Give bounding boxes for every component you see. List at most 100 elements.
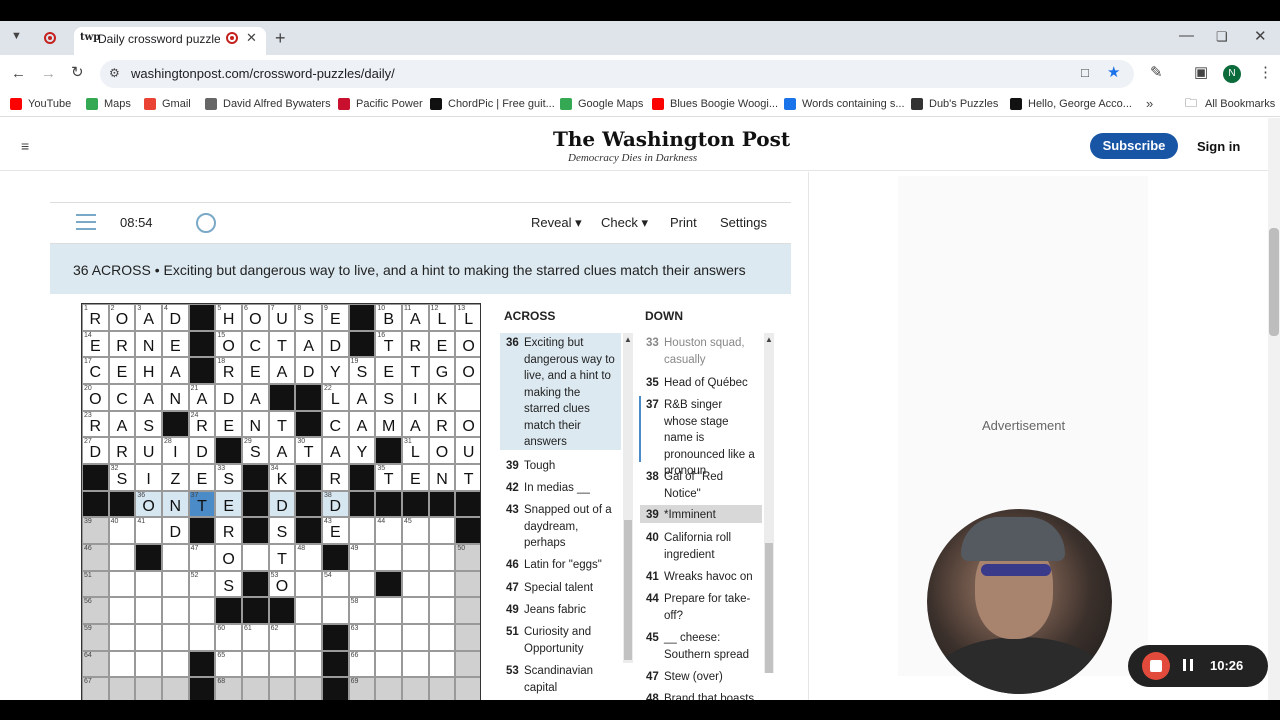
grid-cell[interactable]: 49 <box>348 544 376 571</box>
grid-cell[interactable] <box>268 650 296 678</box>
grid-cell[interactable]: O <box>428 437 456 464</box>
grid-cell[interactable]: R <box>428 410 456 438</box>
grid-cell[interactable]: 61 <box>242 624 269 651</box>
down-clue[interactable]: 44 Prepare for take-off? <box>640 589 762 623</box>
down-clue[interactable]: 40 California roll ingredient <box>640 528 762 562</box>
grid-cell[interactable] <box>455 650 480 678</box>
print-button[interactable]: Print <box>670 215 697 230</box>
down-scroll-up-icon[interactable]: ▲ <box>765 336 773 344</box>
grid-cell[interactable]: 1R <box>82 304 109 331</box>
grid-cell[interactable] <box>242 650 269 678</box>
down-clue[interactable]: 38 Gal of "Red Notice" <box>640 467 762 501</box>
grid-cell[interactable]: 50 <box>455 544 480 571</box>
grid-cell[interactable]: A <box>322 437 349 464</box>
grid-cell[interactable]: 28 I <box>162 437 189 464</box>
grid-cell[interactable]: E <box>188 464 216 491</box>
bookmark-item[interactable]: Dub's Puzzles <box>929 98 998 110</box>
restore-icon[interactable]: ❏ <box>1216 30 1228 43</box>
across-clue[interactable]: 42 In medias __ <box>500 478 621 496</box>
grid-cell[interactable]: 14 E <box>82 330 109 358</box>
grid-cell[interactable]: K <box>428 384 456 411</box>
grid-cell[interactable]: A <box>242 384 269 411</box>
grid-cell[interactable] <box>375 597 402 624</box>
grid-cell[interactable]: E <box>215 410 242 438</box>
grid-cell[interactable]: N <box>162 384 189 411</box>
grid-cell[interactable]: 39 <box>82 517 109 544</box>
grid-cell[interactable]: R <box>215 517 242 544</box>
page-scrollbar-thumb[interactable] <box>1269 228 1279 336</box>
grid-cell[interactable]: 30 T <box>295 437 322 464</box>
grid-cell[interactable] <box>108 650 136 678</box>
grid-cell[interactable] <box>135 624 162 651</box>
grid-cell[interactable]: Y <box>348 437 376 464</box>
grid-cell[interactable] <box>162 650 189 678</box>
grid-cell[interactable] <box>375 544 402 571</box>
grid-cell[interactable]: 13 L <box>455 304 480 331</box>
grid-cell[interactable]: A <box>135 384 162 411</box>
grid-cell[interactable]: A <box>402 410 429 438</box>
grid-cell[interactable]: T <box>455 464 480 491</box>
across-clue[interactable]: 36 Exciting but dangerous way to live, an… <box>500 333 621 450</box>
grid-cell[interactable]: 54 <box>322 570 349 598</box>
bookmark-item[interactable]: David Alfred Bywaters <box>223 98 331 110</box>
grid-cell[interactable] <box>402 544 429 571</box>
grid-cell[interactable]: S <box>375 384 402 411</box>
game-menu-icon[interactable] <box>76 214 96 230</box>
grid-cell[interactable]: 53 O <box>268 570 296 598</box>
grid-cell[interactable]: I <box>402 384 429 411</box>
settings-button[interactable]: Settings <box>720 215 767 230</box>
grid-cell[interactable]: 60 <box>215 624 242 651</box>
across-clue[interactable]: 47 Special talent <box>500 578 621 596</box>
grid-cell[interactable]: I <box>135 464 162 491</box>
grid-cell[interactable]: D <box>295 357 322 384</box>
grid-cell[interactable]: E <box>375 357 402 384</box>
url-text[interactable]: washingtonpost.com/crossword-puzzles/dai… <box>131 66 395 81</box>
window-close-icon[interactable]: ✕ <box>1254 29 1267 44</box>
down-clue[interactable]: 39 *Imminent <box>640 505 762 523</box>
site-info-icon[interactable]: ⚙ <box>109 67 120 79</box>
grid-cell[interactable] <box>135 597 162 624</box>
grid-cell[interactable] <box>455 384 480 411</box>
grid-cell[interactable] <box>162 624 189 651</box>
grid-cell[interactable]: M <box>375 410 402 438</box>
grid-cell[interactable] <box>428 624 456 651</box>
grid-cell[interactable]: 58 <box>348 597 376 624</box>
grid-cell[interactable]: S <box>135 410 162 438</box>
grid-cell[interactable]: 36 O <box>135 490 162 518</box>
grid-cell[interactable]: D <box>215 384 242 411</box>
grid-cell[interactable]: R <box>322 464 349 491</box>
new-tab-icon[interactable]: + <box>275 29 286 47</box>
grid-cell[interactable]: 23 R <box>82 410 109 438</box>
grid-cell[interactable]: E <box>215 490 242 518</box>
grid-cell[interactable]: 51 <box>82 570 109 598</box>
grid-cell[interactable] <box>108 597 136 624</box>
grid-cell[interactable]: 3A <box>135 304 162 331</box>
pause-recording-icon[interactable] <box>1183 659 1193 671</box>
grid-cell[interactable]: R <box>108 330 136 358</box>
grid-cell[interactable]: 62 <box>268 624 296 651</box>
grid-cell[interactable] <box>188 624 216 651</box>
grid-cell[interactable]: T <box>402 357 429 384</box>
bookmark-item[interactable]: Blues Boogie Woogi... <box>670 98 778 110</box>
grid-cell[interactable]: T <box>268 410 296 438</box>
grid-cell[interactable] <box>455 570 480 598</box>
grid-cell[interactable]: 4D <box>162 304 189 331</box>
grid-cell[interactable]: 10 B <box>375 304 402 331</box>
grid-cell[interactable]: A <box>348 410 376 438</box>
grid-cell[interactable]: E <box>242 357 269 384</box>
grid-cell[interactable]: Z <box>162 464 189 491</box>
grid-cell[interactable] <box>428 544 456 571</box>
forward-icon[interactable]: → <box>41 66 56 81</box>
grid-cell[interactable]: N <box>135 330 162 358</box>
camera-icon[interactable]: □ <box>1081 66 1089 79</box>
grid-cell[interactable]: 44 <box>375 517 402 544</box>
grid-cell[interactable] <box>428 597 456 624</box>
stop-recording-button[interactable] <box>1142 652 1170 680</box>
more-bookmarks-icon[interactable]: » <box>1146 97 1153 110</box>
grid-cell[interactable]: 9E <box>322 304 349 331</box>
grid-cell[interactable]: 46 <box>82 544 109 571</box>
grid-cell[interactable]: 16 T <box>375 330 402 358</box>
grid-cell[interactable] <box>295 597 322 624</box>
grid-cell[interactable] <box>402 624 429 651</box>
grid-cell[interactable]: R <box>402 330 429 358</box>
